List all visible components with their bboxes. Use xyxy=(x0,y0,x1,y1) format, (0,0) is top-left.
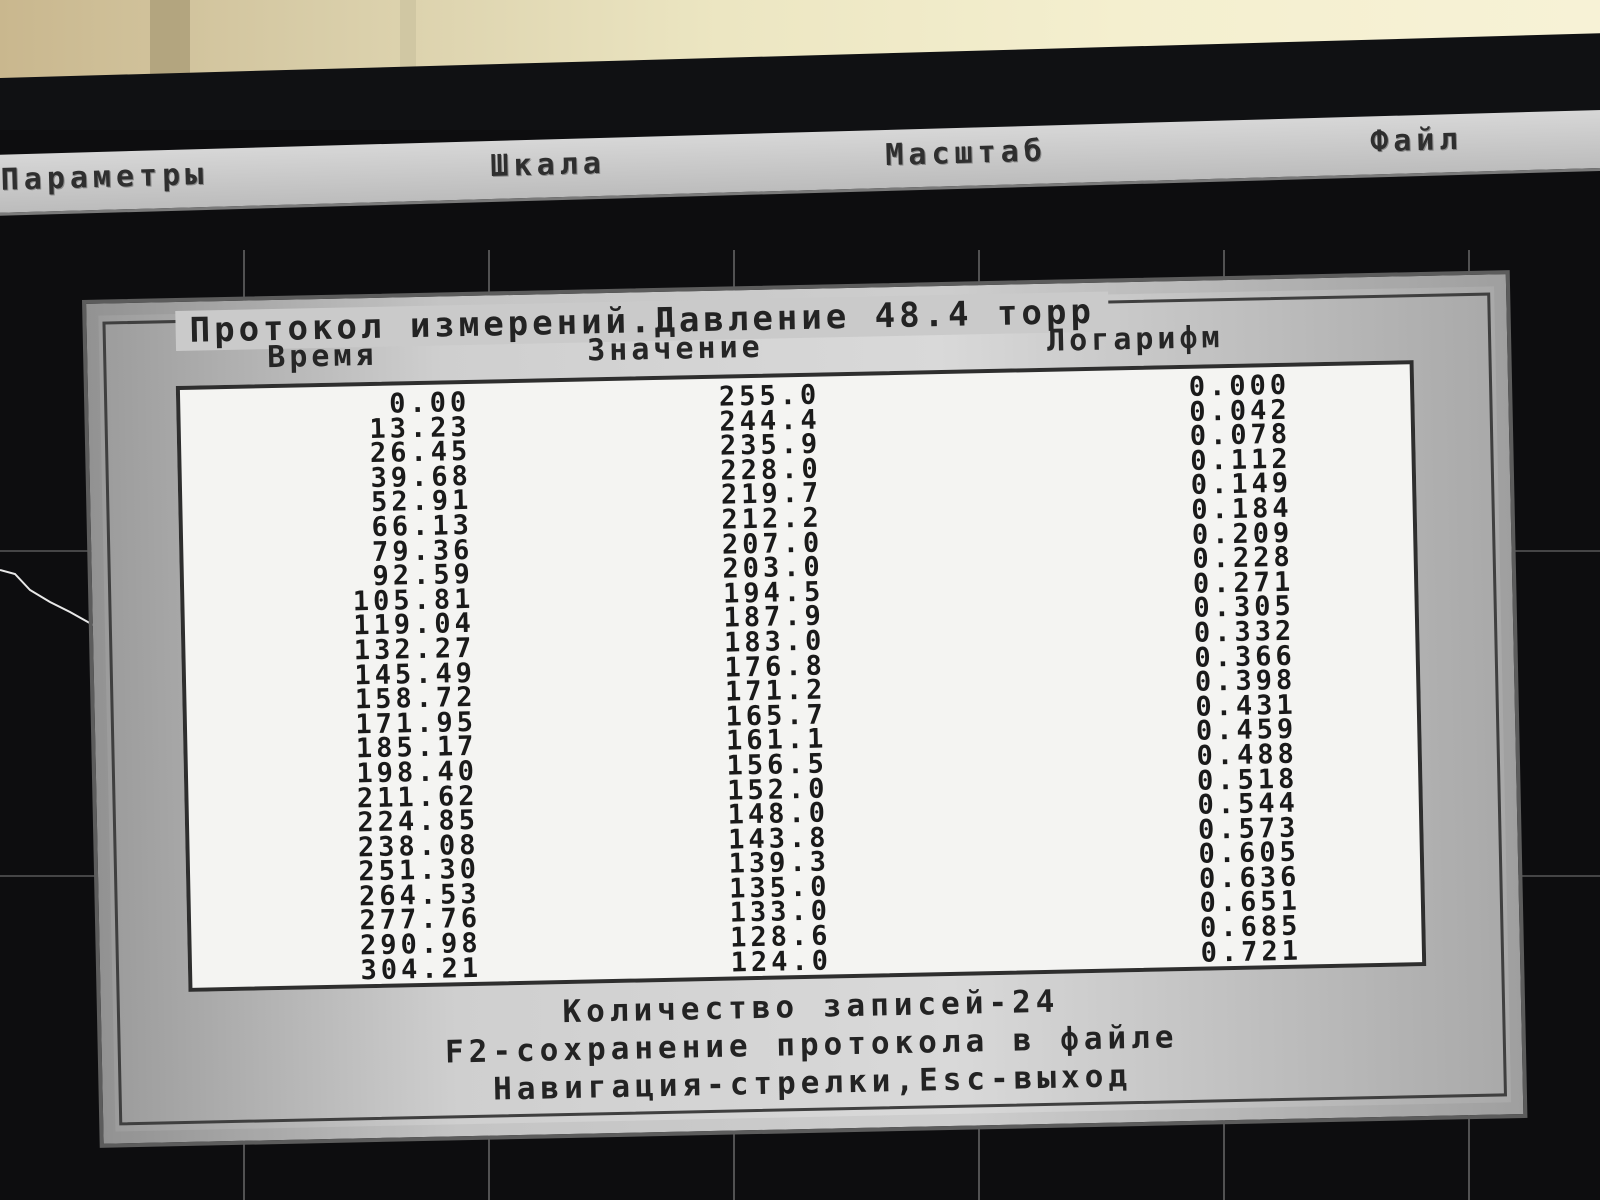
table-rows: 0.00 255.0 0.000 13.23 244.4 0.042 26.45 235.9 0… xyxy=(180,370,1422,986)
column-header-time: Время xyxy=(266,337,378,376)
plot-curve xyxy=(0,569,96,627)
menu-item-parameters[interactable]: Параметры xyxy=(0,157,208,198)
menu-item-zoom[interactable]: Масштаб xyxy=(885,133,1047,172)
column-header-log: Логарифм xyxy=(1046,320,1224,359)
menu-item-file[interactable]: Файл xyxy=(1370,122,1463,160)
column-header-value: Значение xyxy=(586,329,765,369)
cell-value: 124.0 xyxy=(730,945,833,979)
measurement-protocol-dialog: Протокол измерений.Давление 48.4 торр Вр… xyxy=(82,270,1528,1148)
cell-time: 304.21 xyxy=(360,952,483,986)
menu-item-scale[interactable]: Шкала xyxy=(490,146,606,184)
cell-log: 0.721 xyxy=(1200,935,1303,969)
data-table[interactable]: 0.00 255.0 0.000 13.23 244.4 0.042 26.45 235.9 0… xyxy=(175,360,1427,992)
